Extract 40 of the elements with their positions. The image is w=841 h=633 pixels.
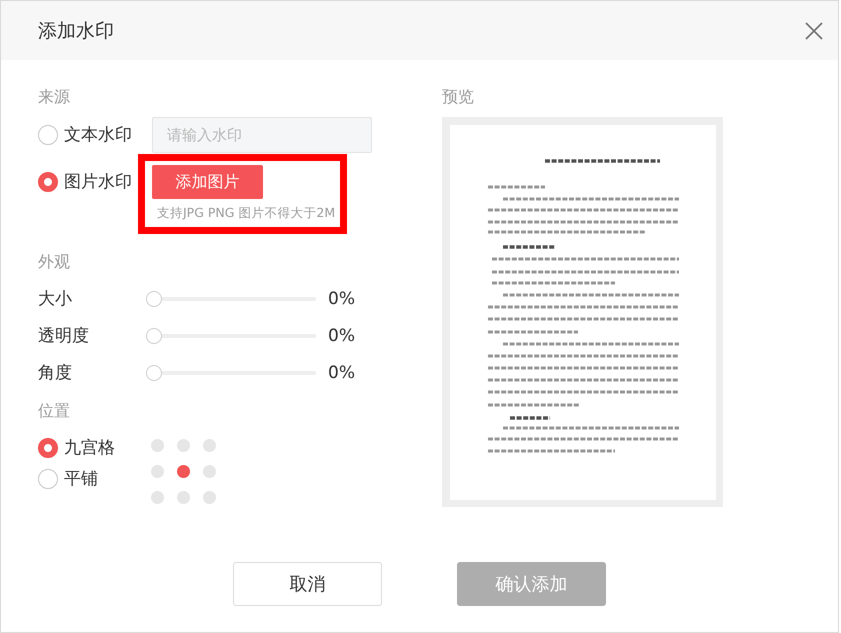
- section-label: 来源: [38, 86, 70, 108]
- position-dot[interactable]: [202, 438, 216, 452]
- watermark-text-field[interactable]: 请输入水印: [152, 117, 372, 153]
- slider-thumb[interactable]: [146, 364, 162, 380]
- slider-value: 0%: [328, 324, 355, 346]
- position-dot[interactable]: [176, 490, 190, 504]
- slider-label: 角度: [38, 362, 73, 384]
- close-icon: [805, 22, 823, 40]
- slider-value: 0%: [328, 362, 355, 384]
- position-dot[interactable]: [176, 438, 190, 452]
- slider-label: 大小: [38, 288, 73, 310]
- position-dot[interactable]: [150, 438, 164, 452]
- option-label: 图片水印: [64, 171, 132, 193]
- dialog-title: 添加水印: [38, 18, 114, 42]
- radio-button[interactable]: [38, 125, 58, 145]
- slider-track[interactable]: [146, 364, 316, 380]
- slider-value: 0%: [328, 288, 355, 310]
- position-dot[interactable]: [150, 490, 164, 504]
- slider-track[interactable]: [146, 290, 316, 306]
- radio-button[interactable]: [38, 438, 58, 458]
- position-dot[interactable]: [202, 464, 216, 478]
- cancel-button[interactable]: 取消: [233, 562, 382, 606]
- option-label: 文本水印: [64, 124, 132, 146]
- slider-thumb[interactable]: [146, 328, 162, 344]
- position-dot[interactable]: [202, 490, 216, 504]
- position-dot[interactable]: [176, 464, 190, 478]
- option-label: 平铺: [64, 468, 98, 490]
- section-label: 预览: [442, 86, 474, 108]
- slider-label: 透明度: [38, 324, 90, 346]
- radio-button[interactable]: [38, 172, 58, 192]
- section-label: 位置: [38, 400, 70, 422]
- slider-track[interactable]: [146, 328, 316, 344]
- position-dot[interactable]: [150, 464, 164, 478]
- slider-thumb[interactable]: [146, 290, 162, 306]
- radio-button[interactable]: [38, 469, 58, 489]
- section-label: 外观: [38, 251, 70, 273]
- close-button[interactable]: [805, 22, 823, 40]
- add-image-button[interactable]: 添加图片: [152, 165, 263, 199]
- upload-hint: 支持JPG PNG 图片不得大于2M: [157, 204, 336, 222]
- option-label: 九宫格: [64, 437, 115, 459]
